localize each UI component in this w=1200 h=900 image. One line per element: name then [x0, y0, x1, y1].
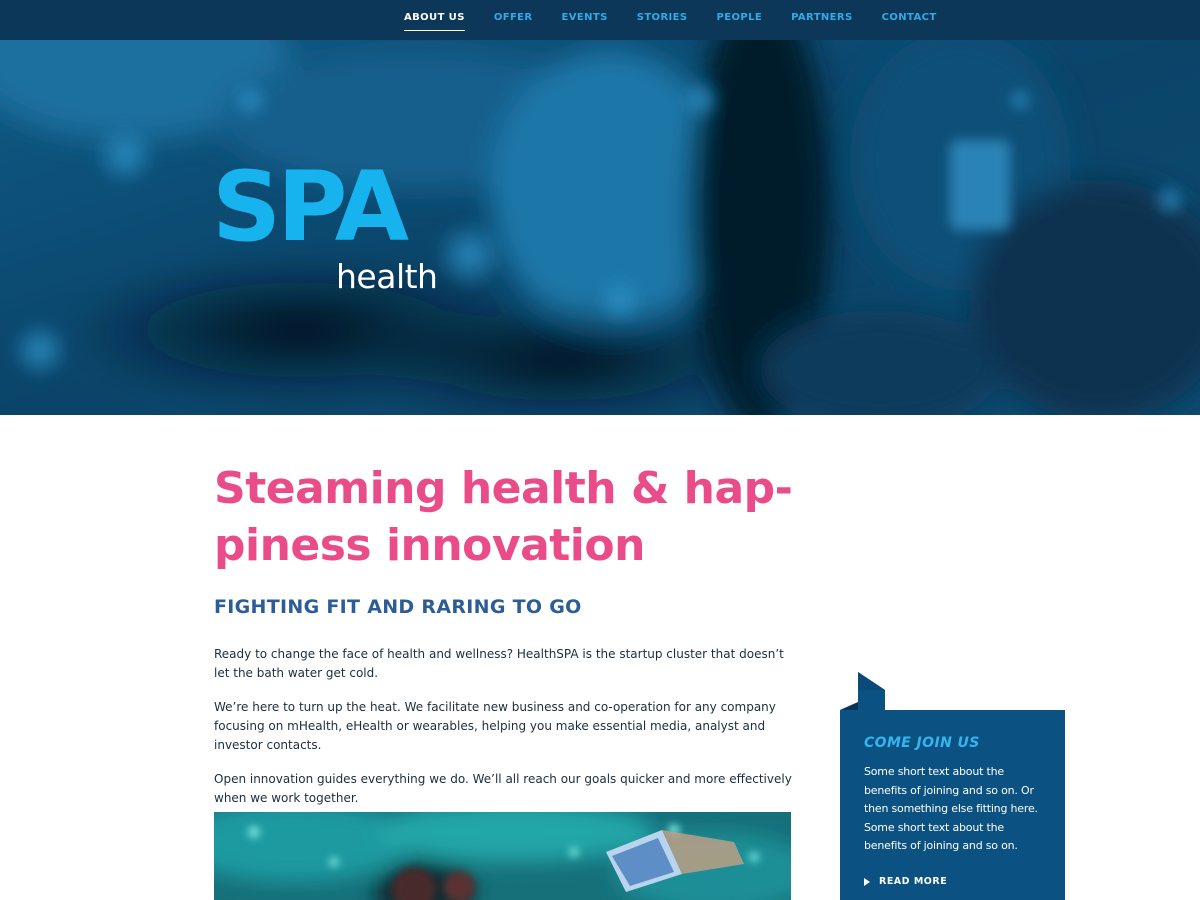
read-more-label: READ MORE — [879, 876, 948, 887]
intro-text: Ready to change the face of health and w… — [214, 645, 794, 823]
card-title: COME JOIN US — [864, 735, 980, 751]
hero-banner: SPA health — [0, 40, 1200, 415]
top-navigation: ABOUT US OFFER EVENTS STORIES PEOPLE PAR… — [0, 0, 1200, 40]
intro-paragraph: We’re here to turn up the heat. We facil… — [214, 700, 776, 752]
card-ribbon-fold — [840, 672, 885, 710]
nav-item-people[interactable]: PEOPLE — [717, 0, 763, 31]
come-join-us-card: COME JOIN US Some short text about the b… — [840, 710, 1065, 900]
nav-item-about-us[interactable]: ABOUT US — [404, 0, 465, 31]
card-text: Some short text about the benefits of jo… — [864, 765, 1038, 852]
intro-paragraph: Ready to change the face of health and w… — [214, 647, 784, 680]
logo-spa-text: SPA — [212, 151, 409, 263]
logo-health-text: health — [336, 257, 438, 296]
nav-menu: ABOUT US OFFER EVENTS STORIES PEOPLE PAR… — [404, 0, 966, 40]
nav-item-contact[interactable]: CONTACT — [882, 0, 937, 31]
intro-paragraph: Open innovation guides everything we do.… — [214, 772, 792, 805]
content-photo — [214, 812, 791, 900]
nav-item-events[interactable]: EVENTS — [562, 0, 608, 31]
content-photo-graphic — [214, 812, 791, 900]
play-arrow-icon — [864, 877, 870, 886]
nav-item-partners[interactable]: PARTNERS — [791, 0, 853, 31]
nav-item-stories[interactable]: STORIES — [637, 0, 688, 31]
page-subheading: FIGHTING FIT AND RARING TO GO — [214, 596, 582, 618]
page-headline: Steaming health & hap-piness innovation — [214, 463, 793, 571]
read-more-link[interactable]: READ MORE — [864, 876, 947, 887]
nav-item-offer[interactable]: OFFER — [494, 0, 533, 31]
hero-background-image — [0, 40, 1200, 415]
spa-health-logo: SPA health — [212, 152, 452, 302]
